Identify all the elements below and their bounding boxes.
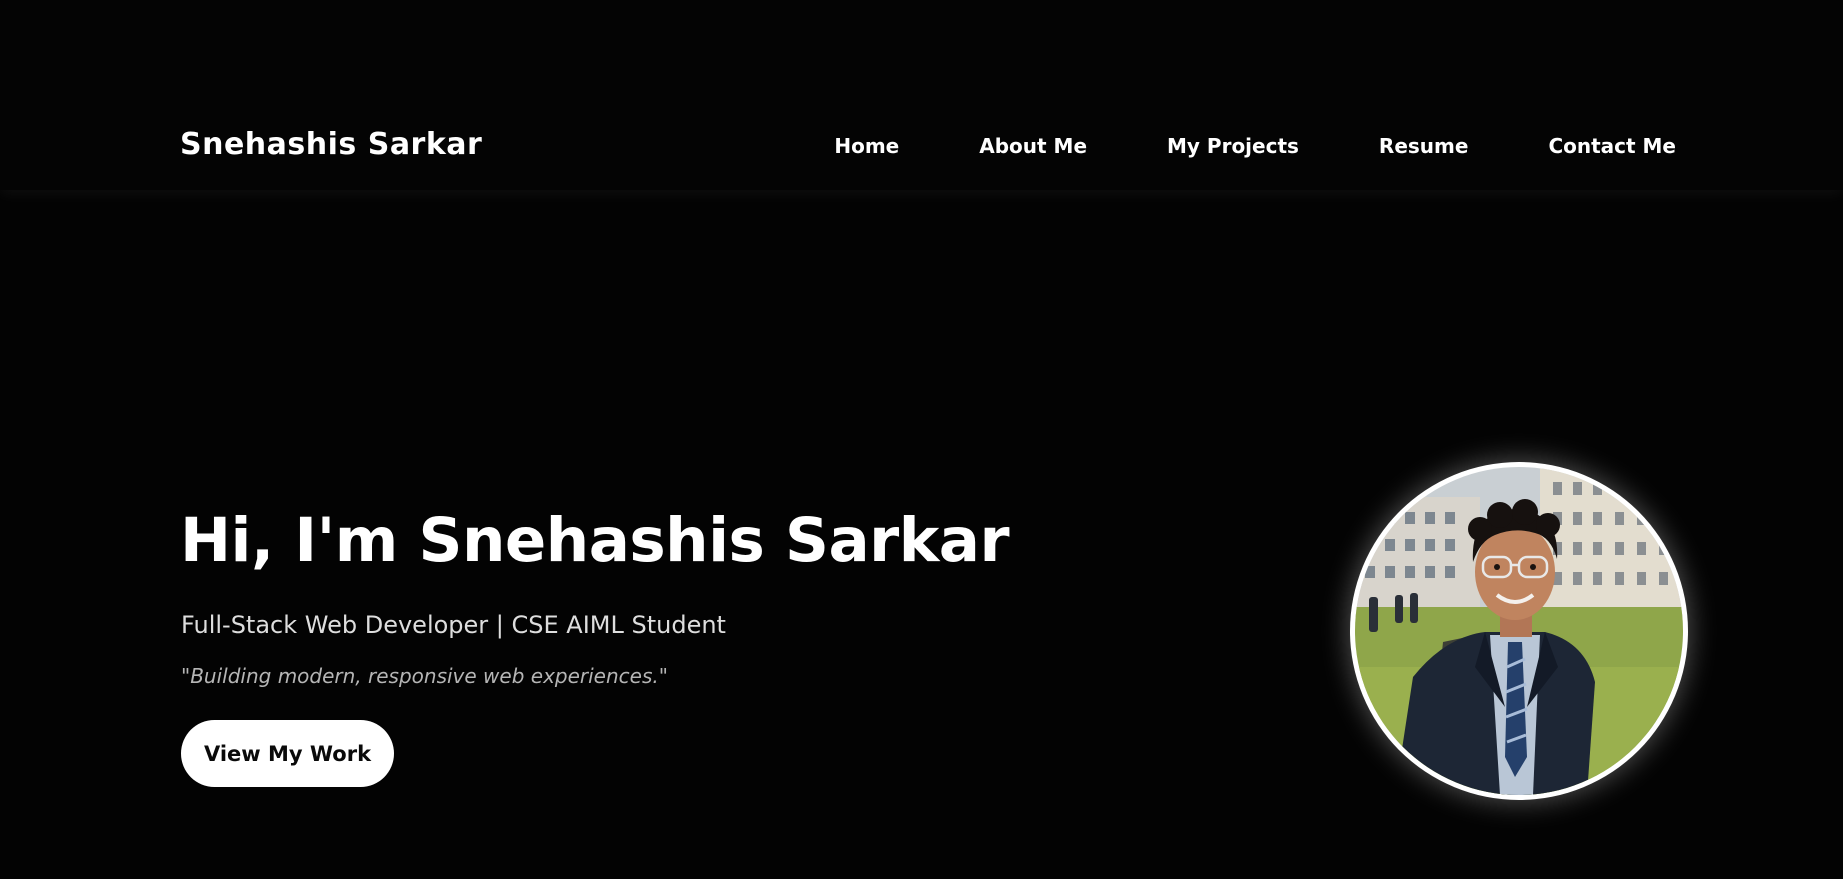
hero-subtitle: Full-Stack Web Developer | CSE AIML Stud… [181, 611, 726, 639]
nav-about[interactable]: About Me [979, 134, 1087, 158]
nav-projects[interactable]: My Projects [1167, 134, 1299, 158]
avatar-frame [1350, 462, 1688, 800]
profile-photo [1355, 467, 1683, 795]
nav-menu: Home About Me My Projects Resume Contact… [834, 134, 1676, 158]
nav-resume[interactable]: Resume [1379, 134, 1469, 158]
hero-tagline: "Building modern, responsive web experie… [181, 664, 668, 688]
nav-home[interactable]: Home [834, 134, 899, 158]
nav-contact[interactable]: Contact Me [1548, 134, 1676, 158]
profile-photo-illustration [1355, 467, 1683, 795]
hero-title: Hi, I'm Snehashis Sarkar [180, 505, 1010, 576]
brand-logo[interactable]: Snehashis Sarkar [180, 127, 482, 162]
navbar: Snehashis Sarkar Home About Me My Projec… [0, 0, 1843, 190]
view-my-work-button[interactable]: View My Work [181, 720, 394, 787]
portfolio-page: Snehashis Sarkar Home About Me My Projec… [0, 0, 1843, 879]
